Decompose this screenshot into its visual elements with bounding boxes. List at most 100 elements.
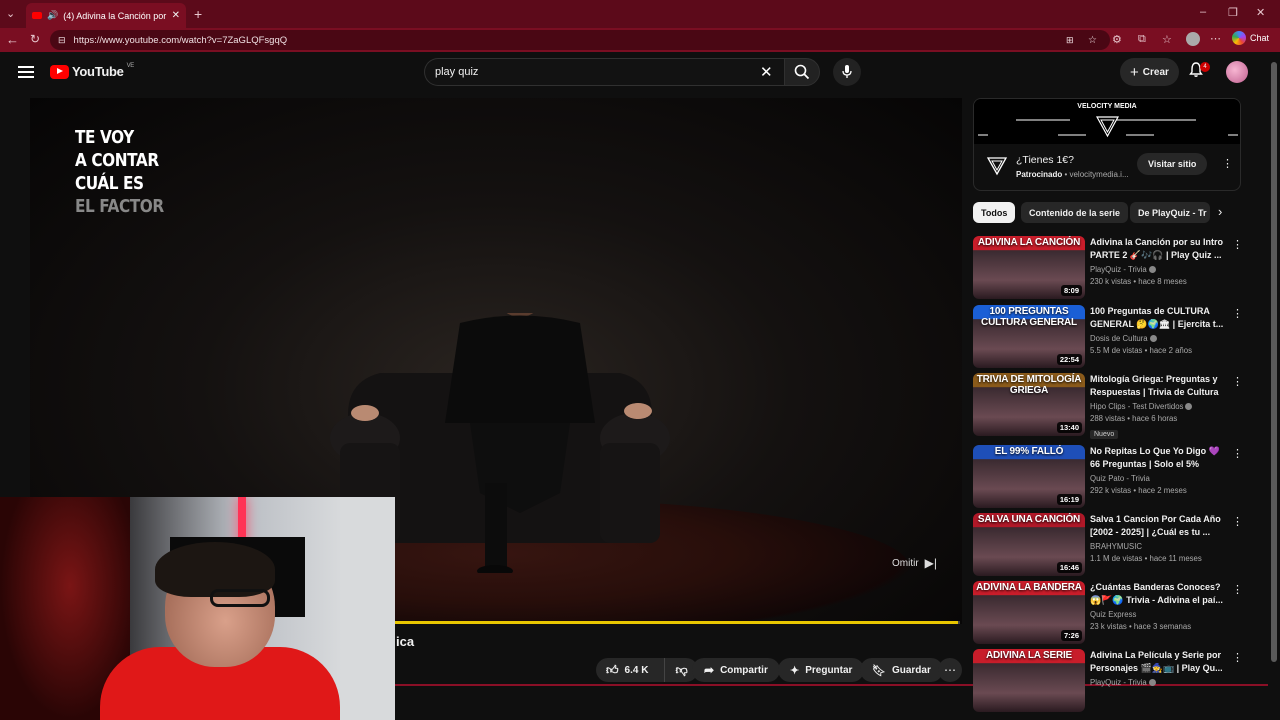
video-menu-icon[interactable]: ⋮: [1232, 238, 1243, 251]
profile-avatar[interactable]: [1186, 32, 1200, 46]
split-screen-icon[interactable]: ⧉: [1138, 33, 1146, 46]
skip-ad-button[interactable]: Omitir ▶|: [892, 556, 937, 570]
scrollbar-thumb[interactable]: [1271, 62, 1277, 662]
share-button[interactable]: ➦ Compartir: [692, 658, 780, 682]
video-menu-icon[interactable]: ⋮: [1232, 651, 1243, 664]
restore-button[interactable]: ❐: [1228, 6, 1238, 19]
thumbnail-caption: 100 PREGUNTAS CULTURA GENERAL: [981, 306, 1077, 328]
channel-name[interactable]: Dosis de Cultura: [1090, 334, 1227, 343]
ad-subtitle: Patrocinado • velocitymedia.i...: [1016, 170, 1129, 179]
extensions-icon[interactable]: ⚙: [1112, 33, 1122, 46]
clear-search-icon[interactable]: ✕: [760, 63, 773, 81]
video-meta: 1.1 M de vistas • hace 11 meses: [1090, 554, 1202, 563]
chip-series-content[interactable]: Contenido de la serie: [1021, 202, 1129, 223]
browser-tab-active[interactable]: 🔊 (4) Adivina la Canción por su ✕: [26, 3, 186, 28]
sparkle-icon: ✦: [790, 664, 800, 677]
recommendation-item[interactable]: EL 99% FALLÓ 16:19 No Repitas Lo Que Yo Di…: [973, 445, 1245, 511]
new-tab-button[interactable]: +: [194, 6, 202, 22]
video-duration: 13:40: [1056, 422, 1082, 433]
channel-name[interactable]: Hipo Clips - Test Divertidos: [1090, 402, 1227, 411]
youtube-logo[interactable]: YouTube VE: [50, 63, 134, 79]
channel-name[interactable]: BRAHYMUSIC: [1090, 542, 1227, 551]
channel-name[interactable]: Quiz Pato - Trivia: [1090, 474, 1227, 483]
install-app-icon[interactable]: ⊞: [1066, 35, 1074, 46]
channel-name[interactable]: Quiz Express: [1090, 610, 1227, 619]
favorite-star-icon[interactable]: ☆: [1088, 35, 1097, 46]
speaker-icon[interactable]: 🔊: [47, 10, 58, 21]
video-thumbnail[interactable]: ADIVINA LA BANDERA 7:26: [973, 581, 1085, 644]
account-avatar[interactable]: [1226, 61, 1248, 83]
minimize-button[interactable]: –: [1200, 6, 1206, 18]
recommendation-item[interactable]: TRIVIA DE MITOLOGÍA GRIEGA 13:40 Mitología…: [973, 373, 1245, 439]
chip-from-playquiz[interactable]: De PlayQuiz - Tr: [1130, 202, 1210, 223]
video-title[interactable]: ¿Cuántas Banderas Conoces? 😱🚩🌍 Trivia - …: [1090, 581, 1227, 607]
hamburger-menu-icon[interactable]: [18, 64, 34, 80]
chat-label: Chat: [1250, 33, 1270, 43]
video-thumbnail[interactable]: ADIVINA LA CANCIÓN 8:09: [973, 236, 1085, 299]
video-title[interactable]: Salva 1 Cancion Por Cada Año [2002 - 202…: [1090, 513, 1227, 539]
back-arrow-icon[interactable]: ←: [6, 32, 19, 47]
search-input[interactable]: play quiz: [424, 58, 784, 86]
voice-search-button[interactable]: [833, 58, 861, 86]
video-menu-icon[interactable]: ⋮: [1232, 307, 1243, 320]
thumbnail-caption: SALVA UNA CANCIÓN: [977, 514, 1081, 525]
ad-menu-icon[interactable]: ⋮: [1222, 157, 1233, 170]
visit-site-button[interactable]: Visitar sitio: [1137, 153, 1208, 175]
favorites-icon[interactable]: ☆: [1162, 33, 1172, 46]
address-bar[interactable]: ⊟ https://www.youtube.com/watch?v=7ZaGLQ…: [50, 30, 1110, 50]
channel-name-text: PlayQuiz - Trivia: [1090, 678, 1147, 687]
browser-menu-icon[interactable]: ⋯: [1210, 32, 1221, 45]
create-button[interactable]: + Crear: [1120, 58, 1179, 86]
page-scrollbar[interactable]: [1268, 52, 1280, 720]
video-info: Adivina la Canción por su Intro PARTE 2 …: [1090, 236, 1227, 286]
chip-todos[interactable]: Todos: [973, 202, 1016, 223]
channel-name[interactable]: PlayQuiz - Trivia: [1090, 265, 1227, 274]
verified-badge-icon: [1149, 335, 1157, 343]
video-title[interactable]: 100 Preguntas de CULTURA GENERAL 🤔🌍🏛 | E…: [1090, 305, 1227, 331]
channel-name-text: Dosis de Cultura: [1090, 334, 1148, 343]
window-close-button[interactable]: ✕: [1256, 6, 1265, 19]
url-text: https://www.youtube.com/watch?v=7ZaGLQFs…: [73, 34, 288, 46]
channel-name-text: Quiz Express: [1090, 610, 1137, 619]
video-thumbnail[interactable]: ADIVINA LA SERIE: [973, 649, 1085, 712]
chevron-right-icon[interactable]: ›: [1218, 204, 1222, 219]
video-menu-icon[interactable]: ⋮: [1232, 375, 1243, 388]
video-title[interactable]: Adivina La Película y Serie por Personaj…: [1090, 649, 1227, 675]
video-info: Salva 1 Cancion Por Cada Año [2002 - 202…: [1090, 513, 1227, 563]
recommendation-item[interactable]: ADIVINA LA SERIE Adivina La Película y Se…: [973, 649, 1245, 715]
sponsored-ad-card[interactable]: VELOCITY MEDIA ¿Tienes 1€? Patrocinado •…: [973, 98, 1241, 191]
video-menu-icon[interactable]: ⋮: [1232, 583, 1243, 596]
recommendation-item[interactable]: ADIVINA LA BANDERA 7:26 ¿Cuántas Banderas …: [973, 581, 1245, 647]
like-count: 6.4 K: [624, 664, 649, 676]
video-title[interactable]: Mitología Griega: Preguntas y Respuestas…: [1090, 373, 1227, 399]
reload-icon[interactable]: ↻: [30, 32, 40, 46]
ask-button[interactable]: ✦ Preguntar: [778, 658, 865, 682]
recommendation-item[interactable]: 100 PREGUNTAS CULTURA GENERAL 22:54 100 Pr…: [973, 305, 1245, 371]
recommendation-item[interactable]: SALVA UNA CANCIÓN 16:46 Salva 1 Cancion Po…: [973, 513, 1245, 579]
youtube-header: YouTube VE play quiz ✕ + Crear: [0, 52, 1268, 92]
video-thumbnail[interactable]: 100 PREGUNTAS CULTURA GENERAL 22:54: [973, 305, 1085, 368]
video-menu-icon[interactable]: ⋮: [1232, 515, 1243, 528]
copilot-chat-button[interactable]: Chat: [1232, 31, 1269, 45]
more-actions-button[interactable]: ⋯: [938, 658, 962, 682]
video-thumbnail[interactable]: EL 99% FALLÓ 16:19: [973, 445, 1085, 508]
like-button[interactable]: 👍︎ 6.4 K: [596, 658, 658, 682]
video-thumbnail[interactable]: SALVA UNA CANCIÓN 16:46: [973, 513, 1085, 576]
tab-list-chevron-icon[interactable]: ⌄: [6, 7, 15, 20]
verified-badge-icon: [1148, 266, 1156, 274]
recommendation-item[interactable]: ADIVINA LA CANCIÓN 8:09 Adivina la Canción…: [973, 236, 1245, 302]
save-button[interactable]: 🔖︎ Guardar: [860, 658, 943, 682]
search-button[interactable]: [784, 58, 820, 86]
ad-banner[interactable]: VELOCITY MEDIA: [974, 99, 1240, 144]
channel-name-text: PlayQuiz - Trivia: [1090, 265, 1147, 274]
video-title[interactable]: No Repitas Lo Que Yo Digo 💜 66 Preguntas…: [1090, 445, 1227, 471]
video-info: ¿Cuántas Banderas Conoces? 😱🚩🌍 Trivia - …: [1090, 581, 1227, 631]
video-thumbnail[interactable]: TRIVIA DE MITOLOGÍA GRIEGA 13:40: [973, 373, 1085, 436]
video-title[interactable]: Adivina la Canción por su Intro PARTE 2 …: [1090, 236, 1227, 262]
video-menu-icon[interactable]: ⋮: [1232, 447, 1243, 460]
channel-name[interactable]: PlayQuiz - Trivia: [1090, 678, 1227, 687]
site-info-icon[interactable]: ⊟: [58, 35, 66, 46]
overlay-line: A CONTAR: [75, 150, 159, 171]
close-tab-icon[interactable]: ✕: [172, 10, 180, 21]
search-icon: [794, 64, 810, 80]
